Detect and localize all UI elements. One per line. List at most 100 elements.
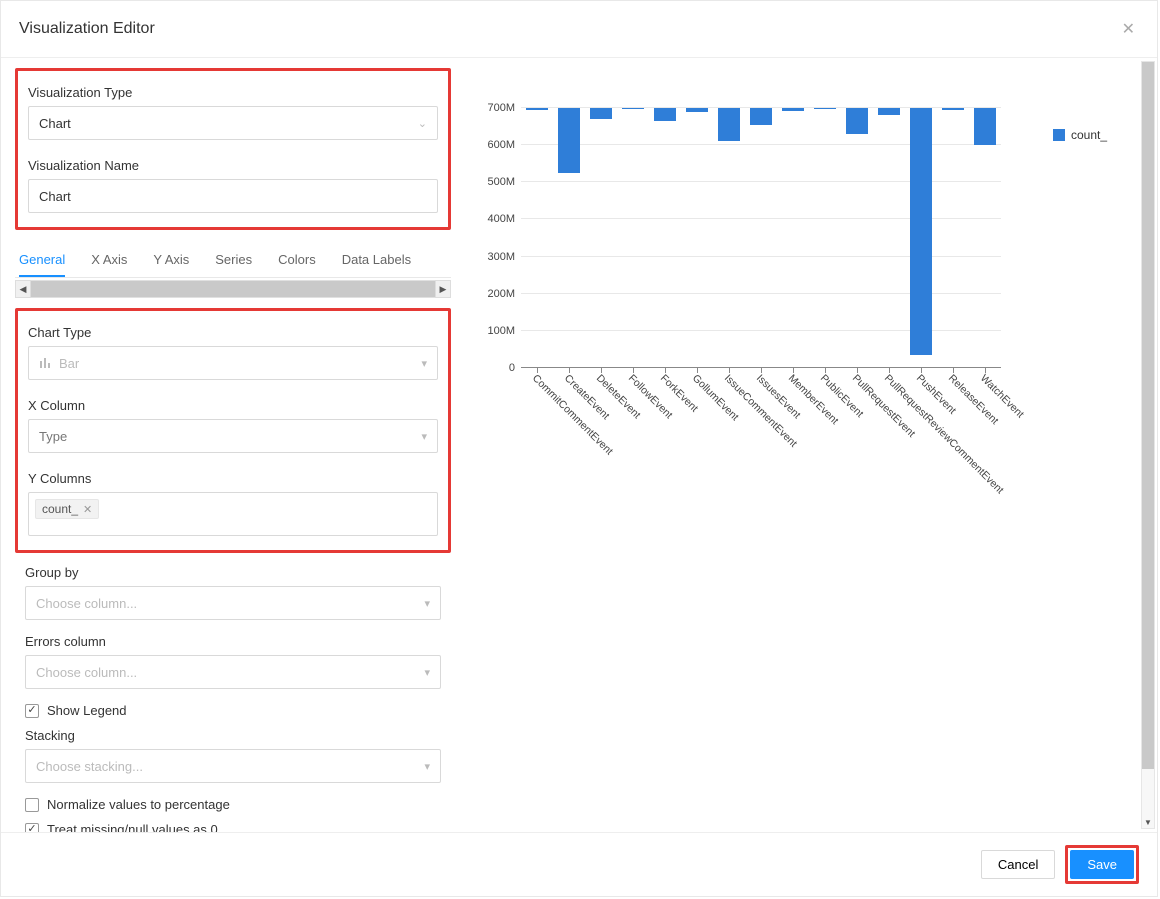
chart-type-select[interactable]: Bar ▾	[28, 346, 438, 380]
tab-data-labels[interactable]: Data Labels	[342, 242, 411, 277]
bar-slot: IssuesEvent	[745, 108, 777, 368]
bar[interactable]	[878, 108, 900, 115]
group-by-placeholder: Choose column...	[36, 596, 137, 611]
errors-column-select[interactable]: Choose column... ▾	[25, 655, 441, 689]
bar[interactable]	[558, 108, 580, 173]
bar[interactable]	[750, 108, 772, 125]
vscroll-down-arrow-icon[interactable]: ▼	[1141, 815, 1155, 829]
bar-slot: CommitCommentEvent	[521, 108, 553, 368]
vscroll-thumb[interactable]	[1142, 62, 1154, 769]
chevron-down-icon: ▾	[424, 666, 430, 679]
modal-title: Visualization Editor	[19, 20, 155, 38]
left-column: Visualization Type Chart ⌄ Visualization…	[1, 68, 461, 832]
y-tick-label: 200M	[487, 288, 521, 300]
cancel-button[interactable]: Cancel	[981, 850, 1055, 879]
y-column-tag: count_ ✕	[35, 499, 99, 519]
show-legend-checkbox[interactable]	[25, 704, 39, 718]
group-by-label: Group by	[25, 565, 441, 580]
visualization-name-label: Visualization Name	[28, 158, 438, 173]
bar[interactable]	[974, 108, 996, 145]
normalize-label: Normalize values to percentage	[47, 797, 230, 812]
x-column-label: X Column	[28, 398, 438, 413]
tab-series[interactable]: Series	[215, 242, 252, 277]
right-column: count_ 0 100M 200M 300M 400M 500M 600M 700M Com…	[461, 68, 1157, 498]
bar-slot: PublicEvent	[809, 108, 841, 368]
bar[interactable]	[654, 108, 676, 121]
visualization-editor-modal: Visualization Editor ✕ Visualization Typ…	[0, 0, 1158, 897]
y-tick-label: 500M	[487, 176, 521, 188]
tab-general[interactable]: General	[19, 242, 65, 277]
tab-y-axis[interactable]: Y Axis	[153, 242, 189, 277]
legend-swatch	[1053, 129, 1065, 141]
plot-area: 0100M200M300M400M500M600M700M CommitComm…	[521, 108, 1001, 368]
chevron-down-icon: ▾	[421, 357, 427, 370]
bar-slot: ForkEvent	[649, 108, 681, 368]
close-icon[interactable]: ✕	[1118, 15, 1139, 43]
bars: CommitCommentEventCreateEventDeleteEvent…	[521, 108, 1001, 368]
y-tick-label: 0	[509, 362, 521, 374]
hscroll-thumb[interactable]	[31, 281, 435, 297]
settings-tabs: General X Axis Y Axis Series Colors Data Labe…	[15, 242, 451, 278]
bar[interactable]	[526, 108, 548, 110]
errors-column-label: Errors column	[25, 634, 441, 649]
bar-slot: PullRequestEvent	[841, 108, 873, 368]
chart-type-value: Bar	[59, 356, 79, 371]
bar-slot: IssueCommentEvent	[713, 108, 745, 368]
modal-body: Visualization Type Chart ⌄ Visualization…	[1, 58, 1157, 832]
show-legend-label: Show Legend	[47, 703, 127, 718]
legend-series-label: count_	[1071, 128, 1107, 142]
y-tick-label: 400M	[487, 213, 521, 225]
visualization-type-value: Chart	[39, 116, 71, 131]
bar[interactable]	[814, 108, 836, 109]
hscroll-right-arrow-icon[interactable]: ▶	[435, 280, 451, 298]
save-button[interactable]: Save	[1070, 850, 1134, 879]
stacking-placeholder: Choose stacking...	[36, 759, 143, 774]
stacking-select[interactable]: Choose stacking... ▾	[25, 749, 441, 783]
tab-colors[interactable]: Colors	[278, 242, 316, 277]
bar[interactable]	[782, 108, 804, 111]
bar-slot: CreateEvent	[553, 108, 585, 368]
tag-remove-icon[interactable]: ✕	[83, 503, 92, 516]
y-tick-label: 700M	[487, 102, 521, 114]
bar-slot: PullRequestReviewCommentEvent	[873, 108, 905, 368]
normalize-checkbox[interactable]	[25, 798, 39, 812]
y-columns-input[interactable]: count_ ✕	[28, 492, 438, 536]
body-columns: Visualization Type Chart ⌄ Visualization…	[1, 58, 1157, 832]
y-column-tag-label: count_	[42, 502, 78, 516]
chevron-down-icon: ⌄	[418, 117, 427, 130]
y-columns-label: Y Columns	[28, 471, 438, 486]
bar-slot: ReleaseEvent	[937, 108, 969, 368]
y-tick-label: 300M	[487, 251, 521, 263]
bar-slot: DeleteEvent	[585, 108, 617, 368]
bar[interactable]	[686, 108, 708, 112]
y-tick-label: 600M	[487, 139, 521, 151]
bar[interactable]	[942, 108, 964, 110]
treat-null-label: Treat missing/null values as 0	[47, 822, 218, 832]
modal-header: Visualization Editor ✕	[1, 1, 1157, 58]
hscroll-left-arrow-icon[interactable]: ◀	[15, 280, 31, 298]
bar-chart-icon	[39, 356, 53, 371]
y-tick-label: 100M	[487, 325, 521, 337]
bar-slot: FollowEvent	[617, 108, 649, 368]
group-by-select[interactable]: Choose column... ▾	[25, 586, 441, 620]
x-column-select[interactable]: Type ▾	[28, 419, 438, 453]
bar-slot: PushEvent	[905, 108, 937, 368]
chart-legend[interactable]: count_	[1053, 128, 1107, 142]
vertical-scrollbar: ▲ ▼	[1141, 61, 1155, 829]
bar-slot: WatchEvent	[969, 108, 1001, 368]
bar[interactable]	[846, 108, 868, 134]
tab-x-axis[interactable]: X Axis	[91, 242, 127, 277]
bar[interactable]	[718, 108, 740, 141]
treat-null-checkbox[interactable]	[25, 823, 39, 833]
chevron-down-icon: ▾	[424, 597, 430, 610]
chart: 0 100M 200M 300M 400M 500M 600M 700M CommitComm…	[471, 98, 1031, 498]
bar[interactable]	[910, 108, 932, 355]
chevron-down-icon: ▾	[424, 760, 430, 773]
modal-footer: Cancel Save	[1, 832, 1157, 896]
visualization-name-input[interactable]	[28, 179, 438, 213]
visualization-type-select[interactable]: Chart ⌄	[28, 106, 438, 140]
visualization-type-label: Visualization Type	[28, 85, 438, 100]
bar[interactable]	[590, 108, 612, 119]
errors-column-placeholder: Choose column...	[36, 665, 137, 680]
modal-scroll-area: Visualization Type Chart ⌄ Visualization…	[1, 58, 1157, 832]
